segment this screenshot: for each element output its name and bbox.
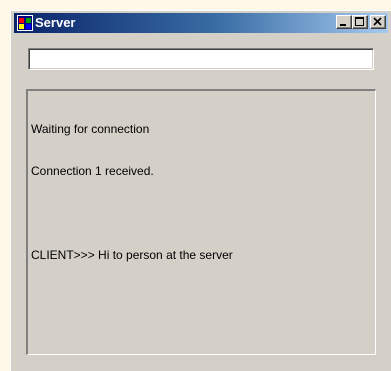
close-icon [373,17,382,26]
close-button[interactable] [370,15,386,29]
server-window: Server Waiting for connection Connection… [10,10,391,371]
maximize-icon [355,17,364,26]
message-input[interactable] [28,48,374,70]
title-bar[interactable]: Server [14,13,388,33]
window-title: Server [35,15,76,30]
app-window-icon[interactable] [17,15,33,31]
message-display[interactable]: Waiting for connection Connection 1 rece… [26,89,376,355]
display-line [31,206,372,220]
minimize-button[interactable] [336,15,352,29]
display-line: CLIENT>>> Hi to person at the server [31,248,233,262]
display-line: Connection 1 received. [31,164,154,178]
maximize-button[interactable] [352,15,368,29]
display-line: Waiting for connection [31,122,150,136]
minimize-icon [340,24,346,26]
